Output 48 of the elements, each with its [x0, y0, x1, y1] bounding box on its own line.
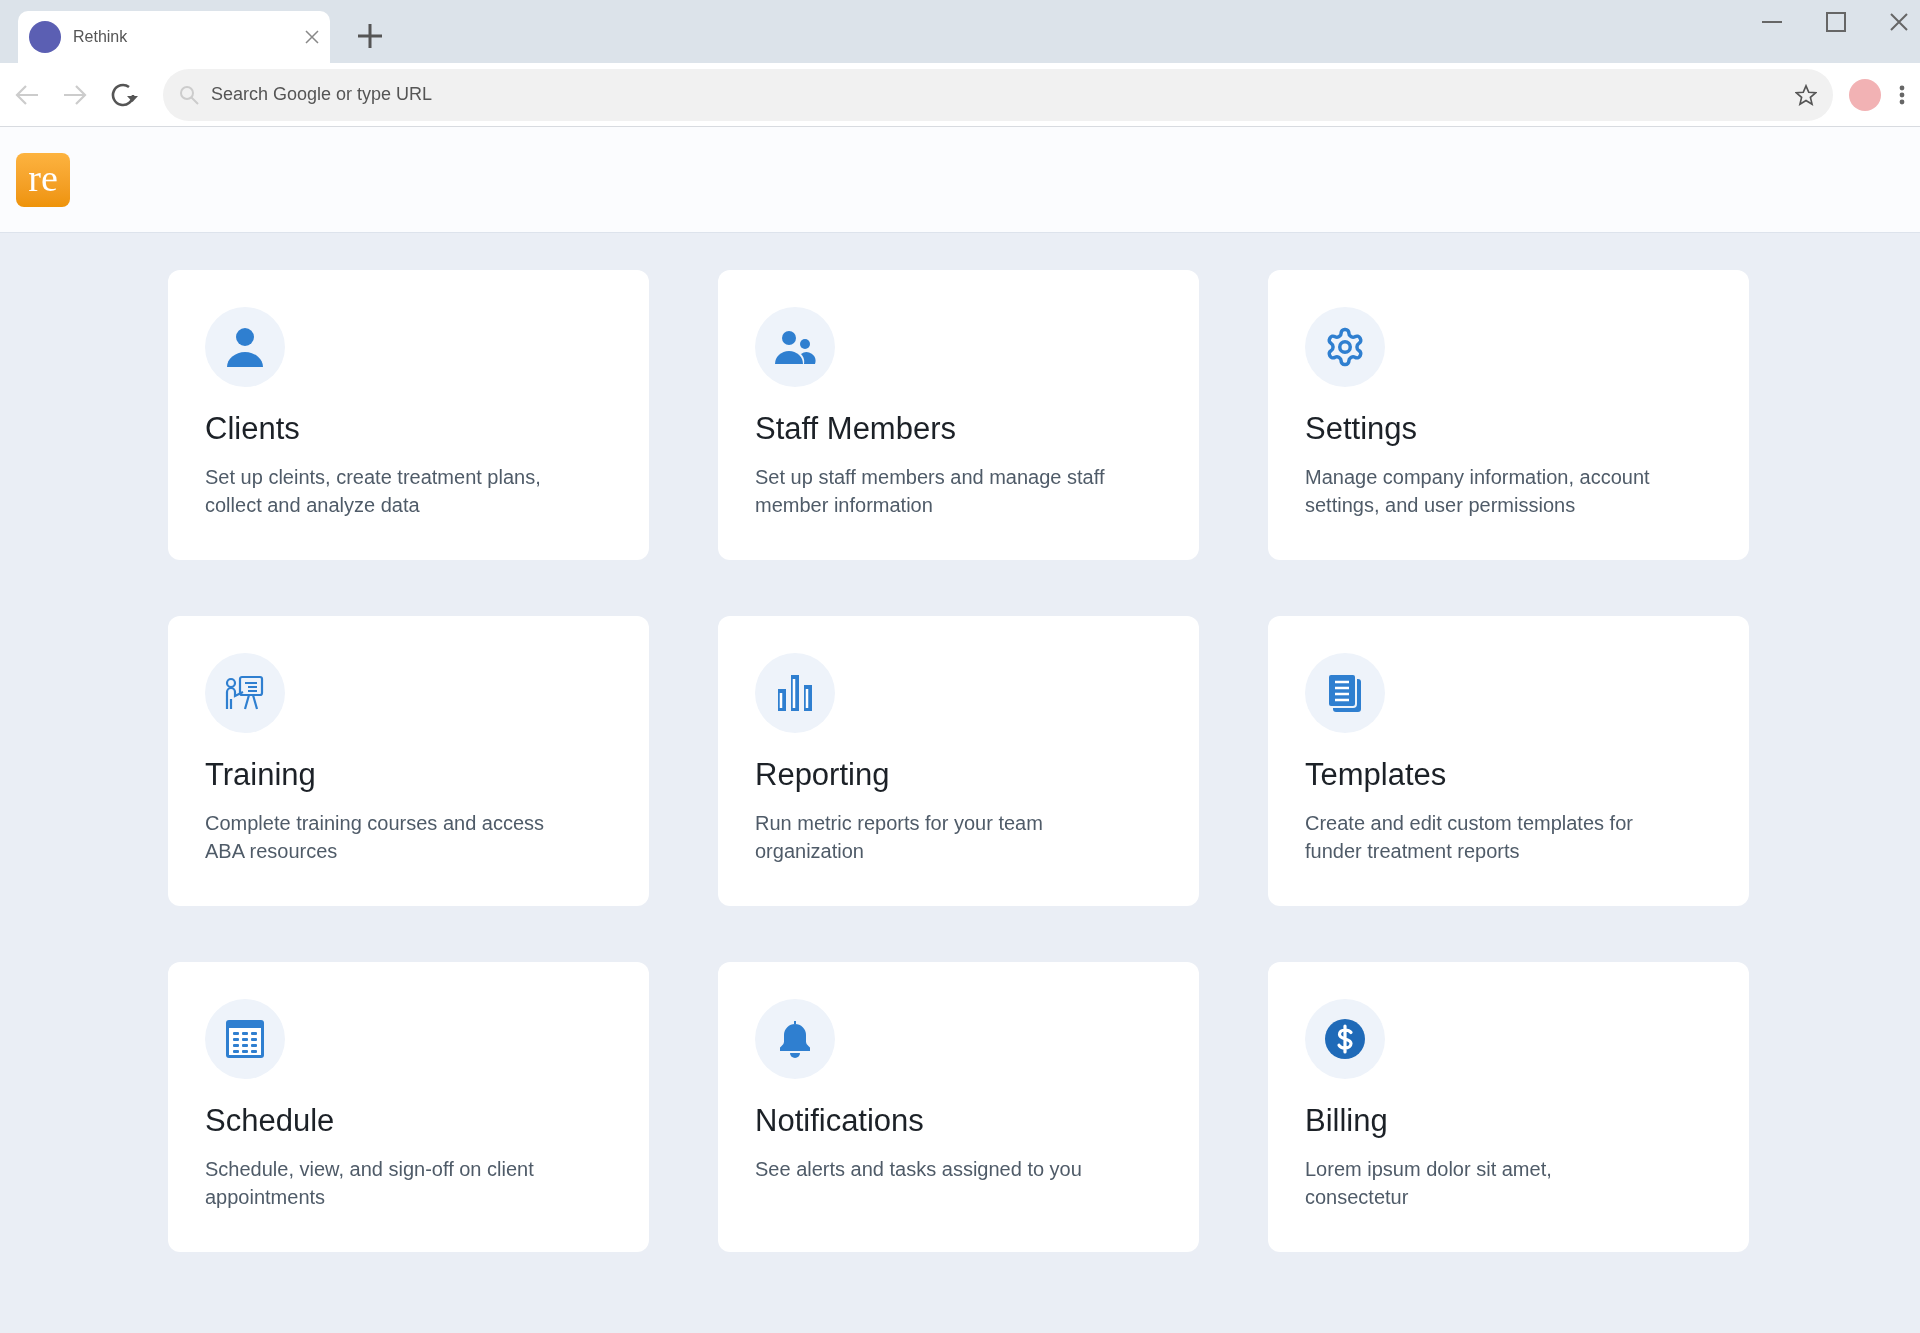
address-bar[interactable]: Search Google or type URL — [163, 68, 1833, 121]
module-card[interactable]: Billing Lorem ipsum dolor sit amet, consectetur — [1268, 962, 1749, 1252]
card-title: Notifications — [755, 1102, 925, 1140]
card-description: Create and edit custom templates for funder treatment reports — [1305, 811, 1634, 864]
presenter-icon — [224, 675, 266, 711]
card-description: Set up staff members and manage staff member information — [755, 465, 1105, 518]
calendar-icon — [225, 1019, 265, 1059]
browser-tab[interactable]: Rethink — [18, 11, 330, 63]
close-icon[interactable] — [1890, 13, 1908, 31]
dollar-icon — [1325, 1019, 1365, 1059]
card-description: Lorem ipsum dolor sit amet, consectetur — [1305, 1157, 1553, 1210]
card-description: Complete training courses and access ABA resources — [205, 811, 546, 864]
menu-icon[interactable] — [1899, 84, 1905, 105]
module-card[interactable]: Settings Manage company information, account settings, and user permissions — [1268, 270, 1749, 560]
module-card[interactable]: Training Complete training courses and access ABA resources — [168, 616, 649, 906]
card-description: Set up cleints, create treatment plans, collect and analyze data — [205, 465, 542, 518]
card-description: Manage company information, account settings, and user permissions — [1305, 465, 1651, 518]
maximize-icon[interactable] — [1826, 12, 1846, 32]
search-icon — [179, 84, 199, 105]
bar-chart-icon — [778, 675, 812, 711]
card-title: Settings — [1305, 410, 1418, 448]
address-input[interactable]: Search Google or type URL — [211, 81, 1783, 108]
reload-icon[interactable] — [111, 81, 139, 108]
close-icon[interactable] — [305, 30, 319, 44]
module-card[interactable]: Reporting Run metric reports for your team organization — [718, 616, 1199, 906]
document-icon — [1327, 673, 1363, 713]
module-card[interactable]: Templates Create and edit custom templates for funder treatment reports — [1268, 616, 1749, 906]
card-title: Reporting — [755, 756, 891, 794]
card-description: See alerts and tasks assigned to you — [755, 1157, 1083, 1182]
card-title: Training — [205, 756, 317, 794]
favicon-icon — [29, 21, 61, 53]
star-icon[interactable] — [1795, 83, 1817, 106]
person-icon — [226, 327, 264, 367]
card-description: Schedule, view, and sign-off on client appointments — [205, 1157, 535, 1210]
card-title: Clients — [205, 410, 301, 448]
card-title: Schedule — [205, 1102, 336, 1140]
people-icon — [774, 330, 816, 364]
tab-title: Rethink — [73, 27, 129, 47]
module-card[interactable]: Notifications See alerts and tasks assigned to you — [718, 962, 1199, 1252]
module-card[interactable]: Staff Members Set up staff members and manage staff member information — [718, 270, 1199, 560]
module-card[interactable]: Schedule Schedule, view, and sign-off on client appointments — [168, 962, 649, 1252]
bell-icon — [778, 1019, 812, 1059]
card-description: Run metric reports for your team organization — [755, 811, 1044, 864]
module-card[interactable]: Clients Set up cleints, create treatment plans, collect and analyze data — [168, 270, 649, 560]
new-tab-icon[interactable] — [357, 23, 383, 49]
card-title: Templates — [1305, 756, 1448, 794]
card-title: Billing — [1305, 1102, 1389, 1140]
card-title: Staff Members — [755, 410, 957, 448]
